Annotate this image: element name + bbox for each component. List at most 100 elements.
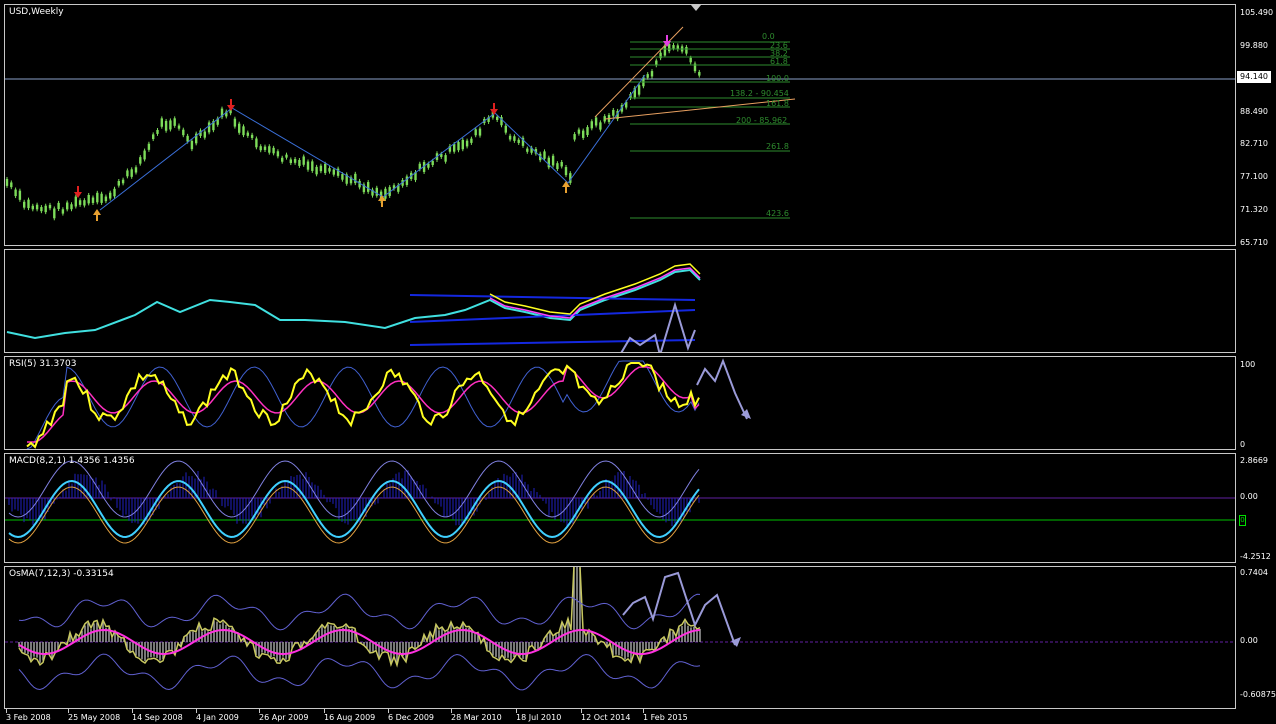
price-candle-body — [444, 155, 447, 162]
price-candle-body — [560, 162, 563, 167]
price-candle-body — [61, 209, 65, 214]
price-candle-body — [384, 188, 387, 199]
price-candle-body — [668, 43, 671, 52]
price-candle-body — [233, 118, 237, 127]
price-candle-body — [182, 129, 185, 136]
price-candle-body — [130, 169, 133, 177]
price-axis-label: 65.710 — [1240, 238, 1268, 247]
price-candle-body — [315, 166, 318, 175]
price-candle-body — [543, 151, 546, 159]
rsi-envelope — [26, 360, 700, 449]
scroll-marker-icon — [691, 5, 701, 11]
price-candle-body — [276, 151, 280, 157]
price-candle-body — [573, 134, 576, 140]
price-candle-body — [663, 45, 667, 56]
price-candle-body — [126, 170, 129, 177]
date-label: 25 May 2008 — [68, 713, 121, 722]
rsi-axis-label: 0 — [1240, 440, 1246, 449]
price-candle-body — [306, 161, 310, 170]
price-candle-body — [324, 163, 327, 173]
index-signal-yellow — [489, 263, 701, 315]
band-lower — [409, 339, 696, 346]
price-candle-body — [285, 154, 288, 158]
price-candle-body — [637, 85, 641, 95]
macd-pane[interactable]: MACD(8,2,1) 1.4356 1.4356 — [4, 453, 1236, 563]
price-candle-body — [508, 135, 512, 140]
price-candle-body — [207, 122, 211, 133]
price-candle-body — [100, 193, 103, 203]
date-label: 4 Jan 2009 — [196, 713, 239, 722]
macd-label: MACD(8,2,1) 1.4356 1.4356 — [9, 456, 135, 466]
price-candle-body — [5, 178, 9, 186]
price-candle-body — [40, 207, 43, 212]
price-candle-body — [113, 188, 116, 197]
price-candle-body — [268, 146, 271, 153]
osma-label: OsMA(7,12,3) -0.33154 — [9, 569, 114, 579]
fib-level-200: 200 - 85.962 — [736, 116, 788, 125]
price-candle-body — [513, 136, 516, 141]
price-axis-label: 105.490 — [1240, 8, 1274, 17]
price-candle-body — [405, 176, 409, 185]
price-chart-canvas — [5, 5, 1235, 221]
rsi-pane[interactable]: RSI(5) 31.3703 — [4, 356, 1236, 450]
price-candle-body — [427, 163, 430, 168]
price-candle-body — [586, 127, 589, 136]
price-candle-body — [341, 174, 344, 180]
price-chart-pane[interactable]: USD,Weekly — [4, 4, 1236, 246]
osma-pane[interactable]: OsMA(7,12,3) -0.33154 — [4, 566, 1236, 709]
date-label: 28 Mar 2010 — [451, 713, 502, 722]
price-candle-body — [18, 190, 22, 200]
up-arrow-icon — [93, 209, 101, 221]
price-candle-body — [31, 205, 34, 210]
price-candle-body — [556, 163, 559, 170]
price-candle-body — [293, 159, 297, 163]
price-candle-body — [259, 146, 262, 151]
price-candle-body — [453, 144, 456, 152]
price-candle-body — [169, 120, 172, 130]
index-indicator-pane[interactable] — [4, 249, 1236, 353]
price-candle-body — [74, 196, 77, 207]
macd-value-marker: 0 — [1239, 515, 1246, 526]
price-candle-body — [478, 128, 482, 136]
up-arrow-icon — [562, 181, 570, 193]
price-candle-body — [311, 161, 314, 171]
price-candle-body — [87, 194, 90, 204]
price-candle-body — [255, 138, 258, 148]
price-candle-body — [57, 202, 60, 210]
price-candle-body — [96, 192, 99, 203]
price-candle-body — [672, 45, 675, 49]
price-candle-body — [23, 201, 26, 208]
price-candle-body — [27, 199, 30, 209]
date-label: 26 Apr 2009 — [259, 713, 309, 722]
price-candle-body — [109, 192, 112, 199]
index-indicator-canvas — [6, 263, 701, 352]
price-candle-body — [134, 167, 138, 173]
price-axis-label: 77.100 — [1240, 172, 1268, 181]
price-candle-body — [53, 208, 56, 219]
price-candle-body — [48, 204, 52, 209]
price-candle-body — [470, 138, 473, 143]
price-candle-body — [78, 200, 82, 205]
date-label: 1 Feb 2015 — [643, 713, 688, 722]
price-candle-body — [474, 129, 477, 136]
price-candle-body — [431, 160, 434, 166]
price-candle-body — [44, 205, 47, 213]
channel-line-upper — [594, 26, 684, 118]
price-candle-body — [177, 125, 181, 129]
price-candle-body — [332, 169, 335, 175]
price-candle-body — [164, 120, 168, 131]
price-candle-body — [117, 181, 120, 186]
price-axis-label: 99.880 — [1240, 41, 1268, 50]
price-candle-body — [143, 150, 146, 160]
fib-level-0: 0.0 — [762, 32, 775, 41]
fib-level-423-6: 423.6 — [766, 209, 789, 218]
price-candle-body — [551, 155, 555, 166]
price-candle-body — [160, 118, 163, 127]
price-candle-body — [594, 117, 598, 126]
index-line — [6, 268, 701, 340]
price-candle-body — [121, 179, 125, 184]
rsi-axis-label: 100 — [1240, 360, 1256, 369]
fib-level-138-2: 138.2 - 90.454 — [730, 89, 789, 98]
price-candle-body — [461, 139, 464, 150]
price-candle-body — [650, 71, 654, 77]
